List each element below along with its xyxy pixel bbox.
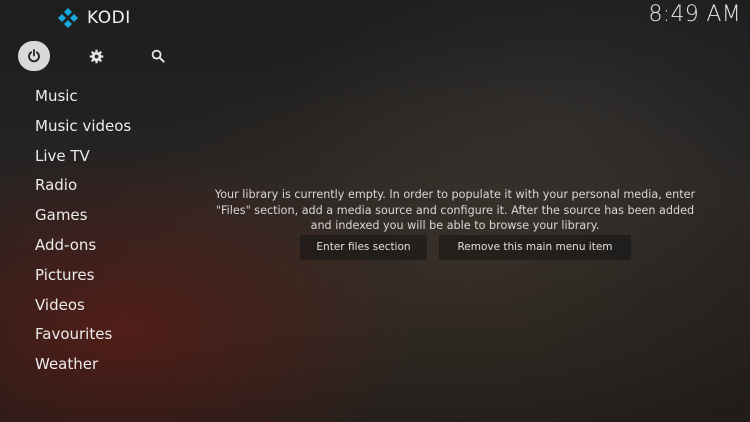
kodi-logo: KODI	[57, 7, 131, 29]
menu-item-favourites[interactable]: Favourites	[35, 320, 131, 350]
settings-gear-icon	[89, 49, 103, 63]
menu-item-music-videos[interactable]: Music videos	[35, 112, 131, 142]
menu-item-weather[interactable]: Weather	[35, 350, 131, 380]
enter-files-section-button[interactable]: Enter files section	[300, 235, 427, 260]
kodi-logo-icon	[58, 8, 78, 28]
clock: 8:49 AM	[648, 2, 741, 27]
menu-item-videos[interactable]: Videos	[35, 291, 131, 321]
top-icon-bar	[18, 41, 204, 71]
remove-menu-item-button[interactable]: Remove this main menu item	[439, 235, 631, 260]
menu-item-live-tv[interactable]: Live TV	[35, 142, 131, 172]
settings-button[interactable]	[80, 41, 112, 71]
power-icon	[28, 49, 40, 63]
menu-item-radio[interactable]: Radio	[35, 171, 131, 201]
menu-item-pictures[interactable]: Pictures	[35, 261, 131, 291]
menu-item-games[interactable]: Games	[35, 201, 131, 231]
menu-item-music[interactable]: Music	[35, 82, 131, 112]
power-button[interactable]	[18, 41, 50, 71]
menu-item-add-ons[interactable]: Add-ons	[35, 231, 131, 261]
main-menu: Music Music videos Live TV Radio Games A…	[35, 82, 131, 380]
search-icon	[151, 49, 165, 63]
message-line: "Files" section, add a media source and …	[215, 203, 695, 217]
message-line: and indexed you will be able to browse y…	[310, 219, 600, 232]
message-actions: Enter files section Remove this main men…	[300, 235, 631, 260]
message-line: Your library is currently empty. In orde…	[214, 188, 696, 201]
app-name: KODI	[87, 8, 131, 28]
search-button[interactable]	[142, 41, 174, 71]
empty-library-message: Your library is currently empty. In orde…	[180, 187, 730, 234]
